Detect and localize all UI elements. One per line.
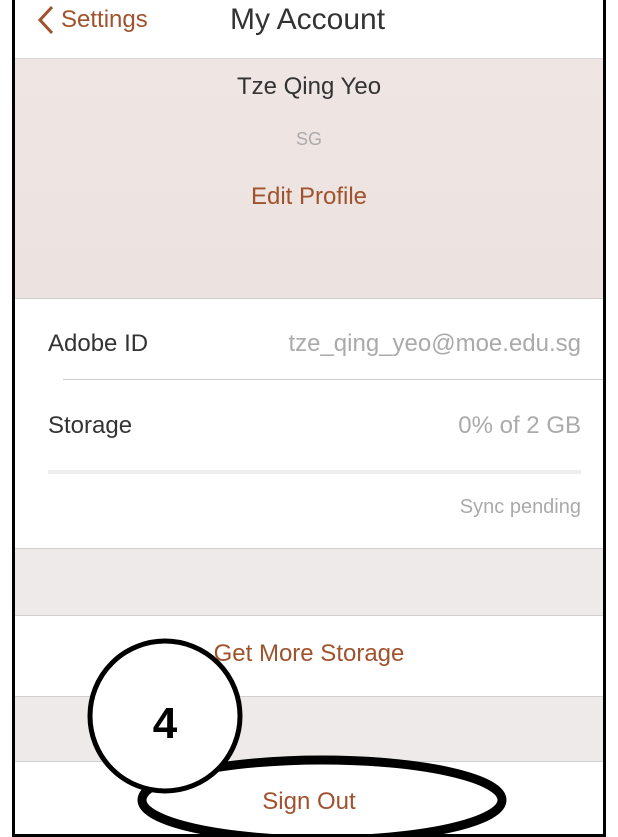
- step-number: 4: [152, 699, 178, 748]
- adobe-id-label: Adobe ID: [48, 330, 149, 357]
- section-spacer: [15, 548, 603, 616]
- storage-value: 0% of 2 GB: [458, 412, 581, 439]
- profile-name: Tze Qing Yeo: [236, 73, 382, 100]
- page-title: My Account: [230, 3, 386, 36]
- back-button-label: Settings: [61, 6, 148, 33]
- storage-label: Storage: [48, 412, 133, 439]
- profile-region: SG: [295, 129, 322, 149]
- chevron-left-icon: [33, 3, 59, 37]
- sync-status: Sync pending: [459, 496, 581, 518]
- navigation-bar: Settings My Account: [15, 0, 603, 59]
- adobe-id-value: tze_qing_yeo@moe.edu.sg: [288, 330, 581, 357]
- back-button[interactable]: Settings: [33, 0, 148, 40]
- row-divider: [63, 379, 603, 380]
- storage-progress-bar: [48, 470, 581, 474]
- edit-profile-button[interactable]: Edit Profile: [15, 183, 603, 211]
- profile-header: Tze Qing Yeo SG Edit Profile: [15, 59, 603, 299]
